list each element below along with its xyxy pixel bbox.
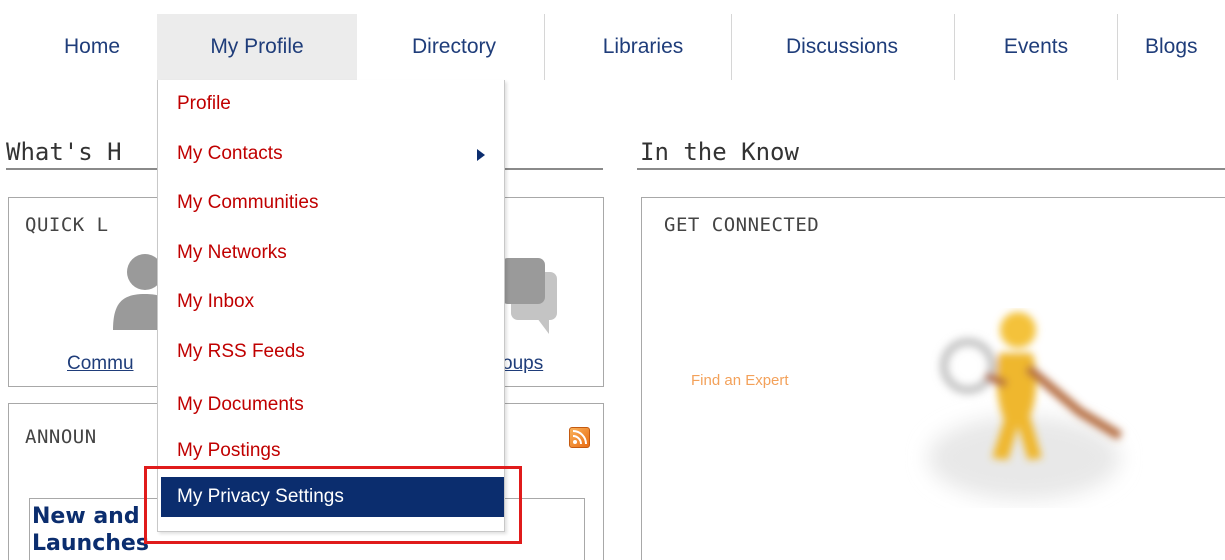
menu-item-label: My Inbox xyxy=(177,291,255,312)
section-title-whats-happening: What's H xyxy=(6,138,122,166)
tab-separator xyxy=(544,14,545,80)
menu-item-label: My Networks xyxy=(177,242,287,263)
tab-home-label: Home xyxy=(63,35,121,58)
menu-item-my-communities[interactable]: My Communities xyxy=(158,184,506,222)
expert-figure-image xyxy=(928,312,1123,500)
tab-separator xyxy=(1117,14,1118,80)
menu-item-label: My Postings xyxy=(177,440,281,461)
quick-links-title: QUICK L xyxy=(25,214,109,236)
rss-glyph-icon xyxy=(572,430,587,445)
tab-separator xyxy=(731,14,732,80)
menu-item-label: My Documents xyxy=(177,394,304,415)
section-divider xyxy=(637,168,1225,170)
menu-item-my-postings[interactable]: My Postings xyxy=(158,432,506,470)
menu-item-label: My Contacts xyxy=(177,143,283,164)
groups-link[interactable]: oups xyxy=(502,353,543,375)
submenu-arrow-icon xyxy=(477,149,485,161)
find-expert-link[interactable]: Find an Expert xyxy=(691,372,789,389)
highlight-box xyxy=(144,466,522,544)
announcement-title-line1: New and xyxy=(32,504,140,529)
top-navigation-bar: Home My Profile Directory Libraries Disc… xyxy=(0,0,1225,80)
tab-discussions[interactable]: Discussions xyxy=(752,14,932,80)
tab-my-profile-label: My Profile xyxy=(210,35,304,58)
get-connected-box: GET CONNECTED Find an Expert xyxy=(641,197,1225,560)
my-profile-dropdown-menu: Profile My Contacts My Communities My Ne… xyxy=(157,80,505,532)
rss-icon[interactable] xyxy=(569,427,590,448)
menu-item-profile[interactable]: Profile xyxy=(158,85,506,123)
menu-item-my-contacts[interactable]: My Contacts xyxy=(158,135,506,173)
tab-libraries-label: Libraries xyxy=(602,35,684,58)
menu-item-label: Profile xyxy=(177,93,231,114)
tab-blogs-label: Blogs xyxy=(1145,35,1198,58)
menu-item-label: My RSS Feeds xyxy=(177,341,305,362)
tab-directory[interactable]: Directory xyxy=(380,14,528,80)
tab-my-profile[interactable]: My Profile xyxy=(157,14,357,80)
announcements-title: ANNOUN xyxy=(25,426,97,448)
tab-blogs[interactable]: Blogs xyxy=(1136,14,1225,80)
menu-item-my-rss-feeds[interactable]: My RSS Feeds xyxy=(158,333,506,371)
chat-bubbles-icon xyxy=(501,258,557,334)
tab-separator xyxy=(954,14,955,80)
menu-item-my-documents[interactable]: My Documents xyxy=(158,386,506,424)
menu-item-my-networks[interactable]: My Networks xyxy=(158,234,506,272)
section-title-in-the-know: In the Know xyxy=(640,138,799,166)
tab-events[interactable]: Events xyxy=(972,14,1100,80)
tab-libraries[interactable]: Libraries xyxy=(568,14,718,80)
tab-directory-label: Directory xyxy=(411,35,496,58)
communities-link[interactable]: Commu xyxy=(67,353,134,375)
tab-events-label: Events xyxy=(1003,35,1069,58)
menu-item-label: My Communities xyxy=(177,192,319,213)
get-connected-title: GET CONNECTED xyxy=(664,214,820,236)
menu-item-my-inbox[interactable]: My Inbox xyxy=(158,283,506,321)
tab-home[interactable]: Home xyxy=(52,14,132,80)
tab-discussions-label: Discussions xyxy=(785,35,899,58)
announcement-title-line2: Launches xyxy=(32,531,149,556)
